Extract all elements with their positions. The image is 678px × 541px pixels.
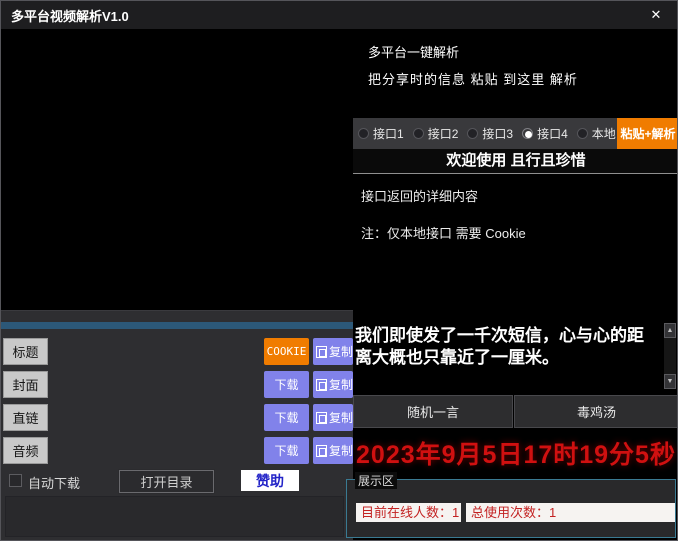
copy-button-label: 复制 bbox=[329, 442, 353, 459]
sponsor-button[interactable]: 赞助 bbox=[241, 470, 299, 491]
parse-panel: 多平台一键解析 把分享时的信息 粘贴 到这里 解析 接口1 接口2 接口3 接口… bbox=[353, 29, 678, 541]
radio-interface-3[interactable]: 接口3 bbox=[467, 125, 513, 142]
row-label-cover: 封面 bbox=[3, 371, 48, 398]
radio-interface-1[interactable]: 接口1 bbox=[358, 125, 404, 142]
poison-soup-button[interactable]: 毒鸡汤 bbox=[514, 395, 678, 428]
radio-label: 本地 bbox=[592, 125, 616, 142]
welcome-header: 欢迎使用 且行且珍惜 bbox=[353, 149, 678, 174]
copy-directlink-button[interactable]: 复制 bbox=[313, 404, 353, 431]
radio-local[interactable]: 本地 bbox=[577, 125, 616, 142]
copy-icon bbox=[316, 445, 327, 457]
copy-icon bbox=[316, 412, 327, 424]
quote-textarea[interactable]: 我们即使发了一千次短信，心与心的距离大概也只靠近了一厘米。 ▲ ▼ bbox=[353, 319, 678, 393]
cookie-note: 注：仅本地接口 需要 Cookie bbox=[361, 223, 526, 242]
scroll-down-icon[interactable]: ▼ bbox=[664, 374, 676, 389]
radio-label: 接口3 bbox=[482, 125, 513, 142]
copy-cover-button[interactable]: 复制 bbox=[313, 371, 353, 398]
result-detail-hint: 接口返回的详细内容 bbox=[361, 186, 478, 205]
copy-icon bbox=[316, 346, 327, 358]
log-output-box bbox=[5, 496, 344, 537]
bottom-controls: 自动下载 打开目录 赞助 bbox=[1, 470, 353, 496]
copy-button-label: 复制 bbox=[329, 376, 353, 393]
radio-label: 接口4 bbox=[537, 125, 568, 142]
cookie-button[interactable]: COOKIE bbox=[264, 338, 309, 365]
app-window: 多平台视频解析V1.0 ✕ 标题 COOKIE 复制 封面 下载 复制 直链 下… bbox=[0, 0, 678, 541]
auto-download-checkbox[interactable] bbox=[9, 474, 22, 487]
download-directlink-button[interactable]: 下载 bbox=[264, 404, 309, 431]
radio-label: 接口2 bbox=[428, 125, 459, 142]
copy-button-label: 复制 bbox=[329, 343, 353, 360]
quote-buttons-row: 随机一言 毒鸡汤 bbox=[353, 395, 678, 428]
download-cover-button[interactable]: 下载 bbox=[264, 371, 309, 398]
groupbox-title: 展示区 bbox=[355, 472, 397, 489]
window-title: 多平台视频解析V1.0 bbox=[11, 6, 129, 25]
radio-selected-icon bbox=[522, 128, 533, 139]
paste-hint-line1: 多平台一键解析 bbox=[368, 42, 459, 61]
online-count-label: 目前在线人数：1 bbox=[356, 503, 461, 522]
progress-bar bbox=[1, 322, 353, 329]
download-panel: 标题 COOKIE 复制 封面 下载 复制 直链 下载 复制 音频 下载 复制 … bbox=[1, 310, 353, 541]
usage-count-label: 总使用次数：1 bbox=[466, 503, 675, 522]
radio-icon bbox=[358, 128, 369, 139]
open-directory-button[interactable]: 打开目录 bbox=[119, 470, 214, 493]
radio-label: 接口1 bbox=[373, 125, 404, 142]
radio-interface-2[interactable]: 接口2 bbox=[413, 125, 459, 142]
copy-button-label: 复制 bbox=[329, 409, 353, 426]
row-label-directlink: 直链 bbox=[3, 404, 48, 431]
radio-icon bbox=[413, 128, 424, 139]
interface-selector-bar: 接口1 接口2 接口3 接口4 本地 粘贴+解析 bbox=[353, 118, 678, 149]
paste-parse-button[interactable]: 粘贴+解析 bbox=[617, 118, 678, 149]
download-audio-button[interactable]: 下载 bbox=[264, 437, 309, 464]
row-label-title: 标题 bbox=[3, 338, 48, 365]
random-quote-button[interactable]: 随机一言 bbox=[353, 395, 513, 428]
radio-interface-4[interactable]: 接口4 bbox=[522, 125, 568, 142]
paste-hint-line2: 把分享时的信息 粘贴 到这里 解析 bbox=[368, 69, 578, 88]
copy-audio-button[interactable]: 复制 bbox=[313, 437, 353, 464]
datetime-display: 2023年9月5日17时19分5秒 bbox=[353, 435, 678, 471]
auto-download-label: 自动下载 bbox=[28, 473, 80, 492]
display-groupbox: 展示区 目前在线人数：1 总使用次数：1 bbox=[346, 479, 676, 538]
title-bar: 多平台视频解析V1.0 ✕ bbox=[1, 1, 677, 29]
copy-title-button[interactable]: 复制 bbox=[313, 338, 353, 365]
paste-input-area[interactable]: 多平台一键解析 把分享时的信息 粘贴 到这里 解析 bbox=[353, 29, 678, 118]
close-icon[interactable]: ✕ bbox=[641, 1, 671, 29]
video-preview-area bbox=[1, 29, 353, 310]
quote-scrollbar[interactable]: ▲ ▼ bbox=[664, 323, 676, 389]
scroll-up-icon[interactable]: ▲ bbox=[664, 323, 676, 338]
copy-icon bbox=[316, 379, 327, 391]
radio-icon bbox=[577, 128, 588, 139]
quote-text: 我们即使发了一千次短信，心与心的距离大概也只靠近了一厘米。 bbox=[355, 325, 655, 369]
row-label-audio: 音频 bbox=[3, 437, 48, 464]
radio-icon bbox=[467, 128, 478, 139]
